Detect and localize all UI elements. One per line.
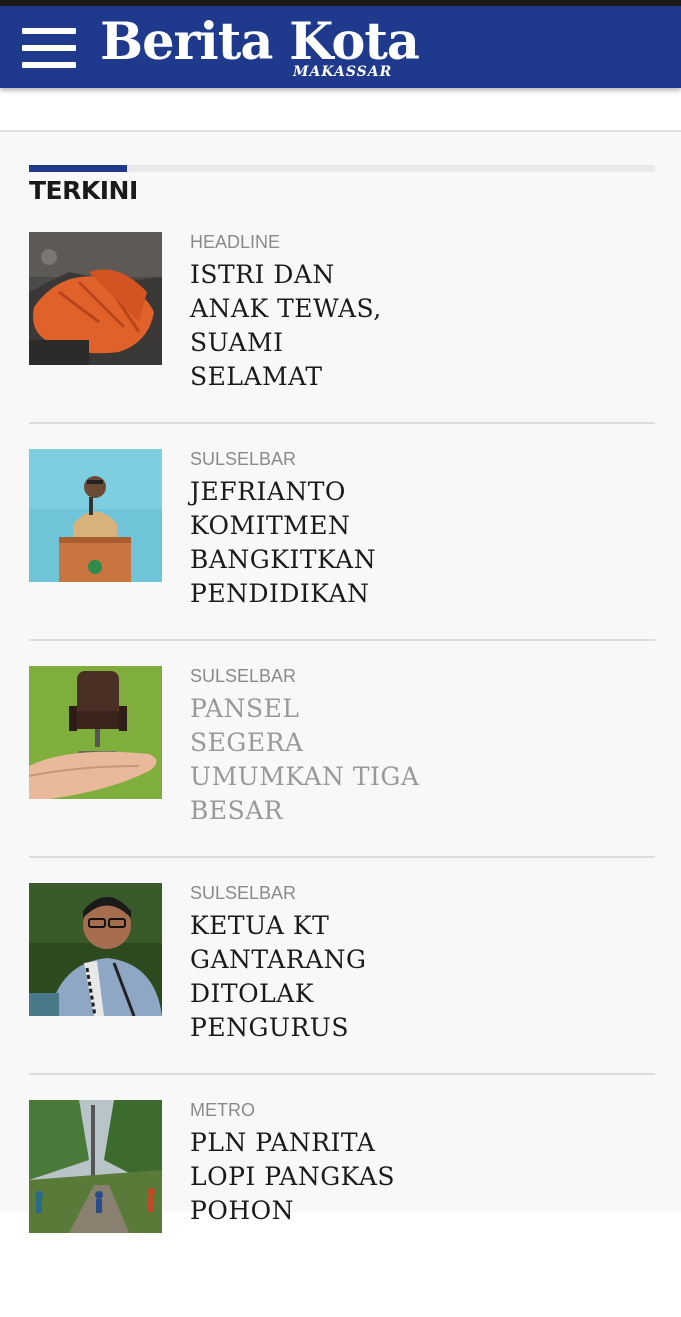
divider [29, 1073, 655, 1075]
article-category[interactable]: METRO [190, 1100, 255, 1121]
section-bar-accent [29, 165, 127, 172]
main-content: TERKINI HEADLINE ISTRI DAN ANAK TEWAS, S… [0, 130, 681, 1233]
article-item[interactable]: HEADLINE ISTRI DAN ANAK TEWAS, SUAMI SEL… [29, 232, 655, 449]
section-title: TERKINI [29, 176, 138, 205]
article-item[interactable]: SULSELBAR KETUA KT GANTARANG DITOLAK PEN… [29, 883, 655, 1100]
article-category[interactable]: SULSELBAR [190, 666, 296, 687]
article-category[interactable]: SULSELBAR [190, 883, 296, 904]
article-category[interactable]: HEADLINE [190, 232, 280, 253]
article-headline[interactable]: ISTRI DAN ANAK TEWAS, SUAMI SELAMAT [190, 258, 420, 394]
article-category[interactable]: SULSELBAR [190, 449, 296, 470]
article-headline[interactable]: PLN PANRITA LOPI PANGKAS POHON [190, 1126, 420, 1228]
site-header: Berita Kota MAKASSAR [0, 6, 681, 88]
article-thumbnail[interactable] [29, 449, 162, 582]
logo-subtext: MAKASSAR [293, 64, 393, 80]
article-thumbnail[interactable] [29, 232, 162, 365]
article-headline[interactable]: KETUA KT GANTARANG DITOLAK PENGURUS [190, 909, 420, 1045]
menu-icon[interactable] [22, 28, 76, 68]
article-thumbnail[interactable] [29, 883, 162, 1016]
article-item[interactable]: SULSELBAR PANSEL SEGERA UMUMKAN TIGA BES… [29, 666, 655, 883]
section-bar [29, 165, 655, 172]
article-headline[interactable]: PANSEL SEGERA UMUMKAN TIGA BESAR [190, 692, 420, 828]
article-item[interactable]: METRO PLN PANRITA LOPI PANGKAS POHON [29, 1100, 655, 1317]
site-logo[interactable]: Berita Kota MAKASSAR [100, 10, 440, 86]
article-item[interactable]: SULSELBAR JEFRIANTO KOMITMEN BANGKITKAN … [29, 449, 655, 666]
article-thumbnail[interactable] [29, 1100, 162, 1233]
divider [29, 856, 655, 858]
divider [29, 422, 655, 424]
article-headline[interactable]: JEFRIANTO KOMITMEN BANGKITKAN PENDIDIKAN [190, 475, 420, 611]
divider [29, 639, 655, 641]
article-thumbnail[interactable] [29, 666, 162, 799]
